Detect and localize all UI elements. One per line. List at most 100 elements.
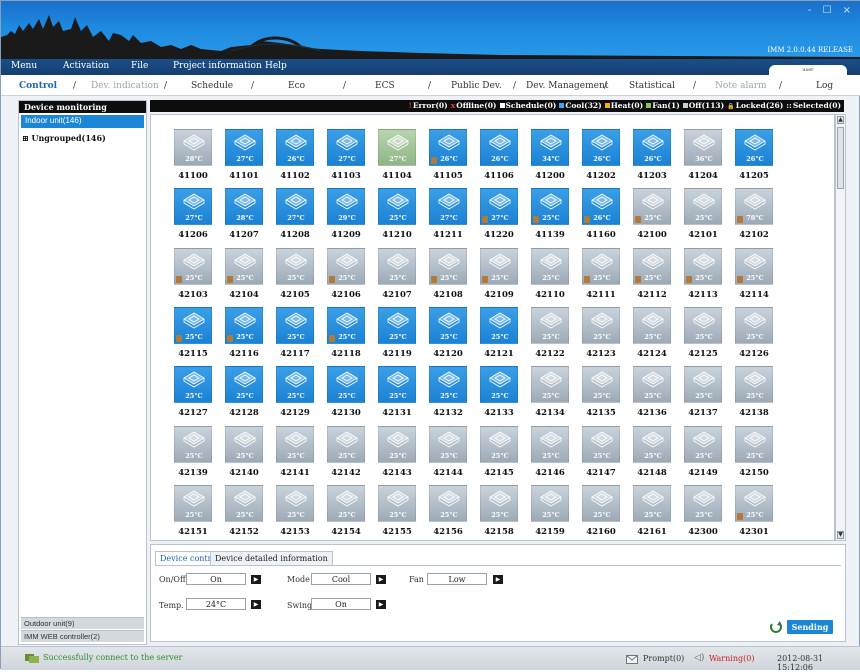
- device-status-tile[interactable]: 25°C: [276, 306, 314, 344]
- device-tile-42118[interactable]: 25°C 42118: [327, 306, 367, 362]
- mode-select[interactable]: Cool: [311, 573, 371, 585]
- device-status-tile[interactable]: 25°C: [174, 484, 212, 522]
- device-tile-42104[interactable]: 25°C 42104: [225, 247, 265, 303]
- device-tile-42150[interactable]: 25°C 42150: [735, 425, 775, 481]
- sending-button[interactable]: Sending: [787, 620, 833, 634]
- device-tile-42133[interactable]: 25°C 42133: [480, 366, 520, 421]
- device-status-tile[interactable]: 25°C: [531, 247, 569, 285]
- device-status-tile[interactable]: 25°C: [633, 188, 671, 226]
- device-tile-42123[interactable]: 25°C 42123: [582, 306, 622, 362]
- device-tile-42108[interactable]: 25°C 42108: [429, 247, 469, 303]
- device-status-tile[interactable]: 26°C: [429, 129, 467, 166]
- device-status-tile[interactable]: 26°C: [633, 129, 671, 166]
- device-tile-42160[interactable]: 25°C 42160: [582, 484, 622, 540]
- scroll-down-icon[interactable]: ▼: [837, 531, 844, 539]
- device-tile-42132[interactable]: 25°C 42132: [429, 366, 469, 421]
- device-status-tile[interactable]: 25°C: [378, 188, 416, 226]
- device-tile-42131[interactable]: 25°C 42131: [378, 366, 418, 421]
- device-tile-42152[interactable]: 25°C 42152: [225, 484, 265, 540]
- device-status-tile[interactable]: 25°C: [531, 306, 569, 344]
- tab-dev-management[interactable]: Dev. Management: [526, 81, 608, 91]
- device-status-tile[interactable]: 25°C: [225, 425, 263, 463]
- temp-select[interactable]: 24°C: [186, 598, 246, 610]
- device-status-tile[interactable]: 25°C: [378, 247, 416, 285]
- device-status-tile[interactable]: 27°C: [174, 188, 212, 226]
- tab-schedule[interactable]: Schedule: [191, 81, 233, 91]
- device-status-tile[interactable]: 25°C: [684, 247, 722, 285]
- scroll-thumb[interactable]: [837, 127, 844, 189]
- window-controls[interactable]: - ☐ ×: [808, 5, 855, 16]
- device-tile-41104[interactable]: 27°C 41104: [378, 129, 418, 184]
- device-tile-42159[interactable]: 25°C 42159: [531, 484, 571, 540]
- device-tile-42100[interactable]: 25°C 42100: [633, 188, 673, 243]
- device-status-tile[interactable]: 27°C: [276, 188, 314, 226]
- device-tile-42119[interactable]: 25°C 42119: [378, 306, 418, 362]
- device-status-tile[interactable]: 25°C: [582, 425, 620, 463]
- device-status-tile[interactable]: 25°C: [582, 366, 620, 404]
- device-status-tile[interactable]: 25°C: [174, 247, 212, 285]
- device-status-tile[interactable]: 25°C: [480, 425, 518, 463]
- device-tile-42145[interactable]: 25°C 42145: [480, 425, 520, 481]
- device-tile-42130[interactable]: 25°C 42130: [327, 366, 367, 421]
- device-status-tile[interactable]: 29°C: [327, 188, 365, 226]
- device-grid-scrollbar[interactable]: ▲ ▼: [835, 114, 846, 541]
- device-status-tile[interactable]: 27°C: [225, 129, 263, 166]
- device-status-tile[interactable]: 25°C: [531, 366, 569, 404]
- device-tile-42117[interactable]: 25°C 42117: [276, 306, 316, 362]
- expand-icon[interactable]: ⊞: [22, 133, 29, 143]
- device-tile-42134[interactable]: 25°C 42134: [531, 366, 571, 421]
- device-status-tile[interactable]: 25°C: [531, 425, 569, 463]
- device-status-tile[interactable]: 36°C: [684, 129, 722, 166]
- device-tile-42127[interactable]: 25°C 42127: [174, 366, 214, 421]
- device-tile-42149[interactable]: 25°C 42149: [684, 425, 724, 481]
- tree-item-ungrouped[interactable]: ⊞ Ungrouped(146): [22, 133, 106, 143]
- device-tile-42158[interactable]: 25°C 42158: [480, 484, 520, 540]
- tab-log[interactable]: Log: [816, 81, 833, 91]
- device-tile-41211[interactable]: 27°C 41211: [429, 188, 469, 243]
- device-tile-41206[interactable]: 27°C 41206: [174, 188, 214, 243]
- menu-help[interactable]: Help: [265, 61, 287, 71]
- device-tile-42126[interactable]: 25°C 42126: [735, 306, 775, 362]
- device-status-tile[interactable]: 25°C: [480, 366, 518, 404]
- device-tile-41207[interactable]: 28°C 41207: [225, 188, 265, 243]
- device-status-tile[interactable]: 26°C: [735, 129, 773, 166]
- device-status-tile[interactable]: 25°C: [735, 306, 773, 344]
- device-tile-42129[interactable]: 25°C 42129: [276, 366, 316, 421]
- device-status-tile[interactable]: 25°C: [327, 484, 365, 522]
- tab-dev-indication[interactable]: Dev. indication: [91, 81, 159, 91]
- tab-ecs[interactable]: ECS: [375, 81, 395, 91]
- device-tile-41106[interactable]: 26°C 41106: [480, 129, 520, 184]
- fan-apply-button[interactable]: ▶: [493, 575, 503, 584]
- device-status-tile[interactable]: 25°C: [378, 306, 416, 344]
- device-status-tile[interactable]: 25°C: [276, 484, 314, 522]
- device-status-tile[interactable]: 25°C: [582, 247, 620, 285]
- device-status-tile[interactable]: 25°C: [582, 484, 620, 522]
- device-status-tile[interactable]: 25°C: [225, 366, 263, 404]
- device-tile-42153[interactable]: 25°C 42153: [276, 484, 316, 540]
- device-status-tile[interactable]: 25°C: [327, 366, 365, 404]
- device-tile-42122[interactable]: 25°C 42122: [531, 306, 571, 362]
- device-tile-41209[interactable]: 29°C 41209: [327, 188, 367, 243]
- device-status-tile[interactable]: 25°C: [378, 425, 416, 463]
- device-tile-42144[interactable]: 25°C 42144: [429, 425, 469, 481]
- device-status-tile[interactable]: 27°C: [378, 129, 416, 166]
- device-tile-42154[interactable]: 25°C 42154: [327, 484, 367, 540]
- device-status-tile[interactable]: 25°C: [174, 306, 212, 344]
- warning-count[interactable]: Warning(0): [709, 654, 754, 663]
- device-tile-42138[interactable]: 25°C 42138: [735, 366, 775, 421]
- tab-eco[interactable]: Eco: [288, 81, 305, 91]
- device-tile-42115[interactable]: 25°C 42115: [174, 306, 214, 362]
- device-status-tile[interactable]: 25°C: [480, 484, 518, 522]
- device-tile-42112[interactable]: 25°C 42112: [633, 247, 673, 303]
- device-tile-42139[interactable]: 25°C 42139: [174, 425, 214, 481]
- device-tile-42151[interactable]: 25°C 42151: [174, 484, 214, 540]
- device-status-tile[interactable]: 25°C: [276, 247, 314, 285]
- device-tile-42101[interactable]: 25°C 42101: [684, 188, 724, 243]
- device-status-tile[interactable]: 25°C: [735, 484, 773, 522]
- device-tile-42136[interactable]: 25°C 42136: [633, 366, 673, 421]
- device-tile-41105[interactable]: 26°C 41105: [429, 129, 469, 184]
- device-tile-42110[interactable]: 25°C 42110: [531, 247, 571, 303]
- tree-item-indoor-unit[interactable]: Indoor unit(146): [21, 115, 144, 128]
- tab-statistical[interactable]: Statistical: [629, 81, 675, 91]
- menu-activation[interactable]: Activation: [63, 61, 109, 71]
